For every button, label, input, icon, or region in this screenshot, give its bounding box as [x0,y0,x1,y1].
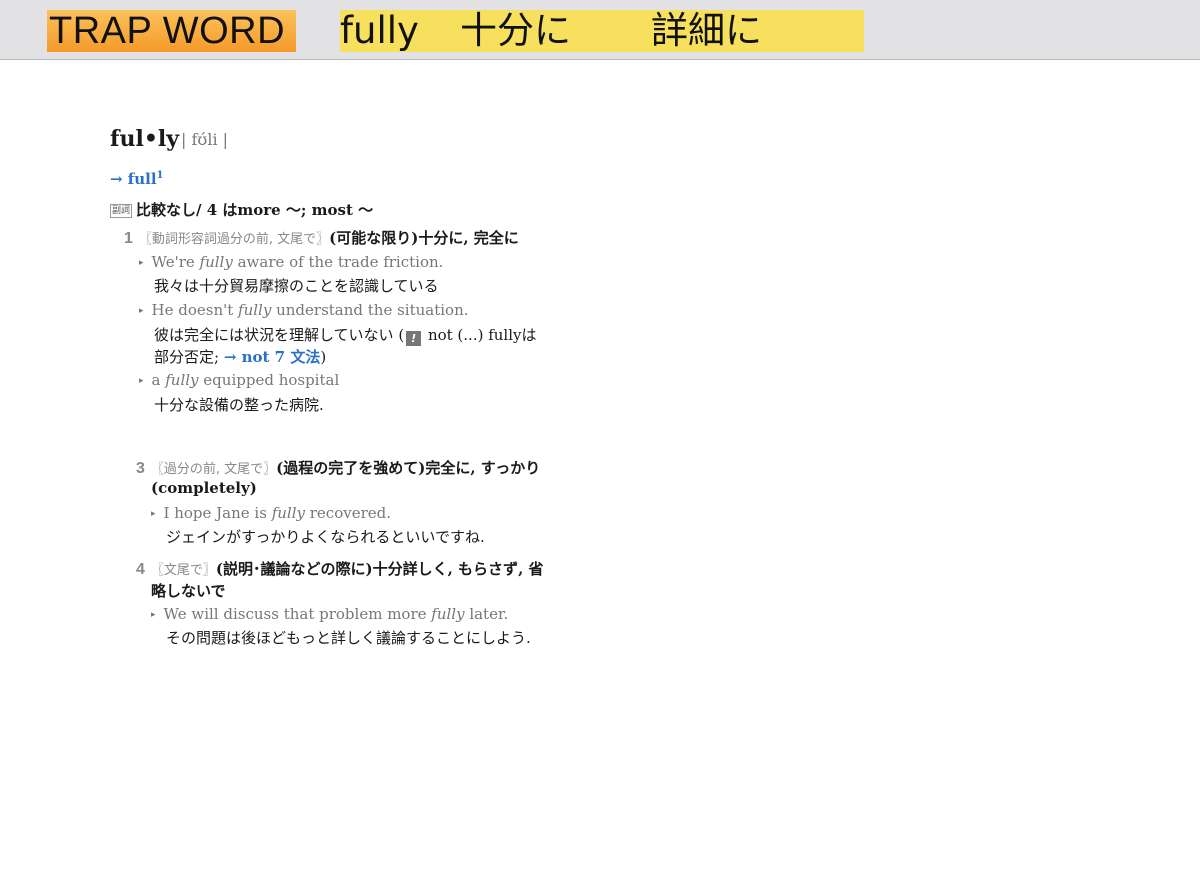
trap-word-label: TRAP WORD [47,10,296,52]
cross-reference-link[interactable]: → full1 [110,170,164,188]
example-translation: 彼は完全には状況を理解していない (! not (...) fullyは [154,326,537,346]
headword: ful•ly [110,126,180,152]
sense-number: 4 [136,561,145,578]
sense-4: 4 〖文尾で〗(説明･議論などの際に)十分詳しく, もらさず, 省 [136,558,544,579]
example-sentence: ▸ I hope Jane is fully recovered. [151,504,391,522]
banner-meaning-1: 十分に [460,9,571,52]
example-translation: 我々は十分貿易摩擦のことを認識している [154,277,439,295]
example-sentence: ▸ He doesn't fully understand the situati… [139,301,469,319]
banner-word: fully [340,9,419,52]
example-sentence: ▸ We're fully aware of the trade friction… [139,253,444,271]
sense-3: 3 〖過分の前, 文尾で〗(過程の完了を強めて)完全に, すっかり [136,457,540,478]
sense-label: 〖過分の前, 文尾で〗 [150,462,277,477]
usage-note-icon[interactable]: ! [406,331,422,346]
grammar-link[interactable]: → not 7 文法 [224,348,321,366]
pos-badge: 副詞 [110,204,133,218]
example-translation-cont: 部分否定; → not 7 文法) [154,348,327,366]
bullet-icon: ▸ [151,610,156,620]
sense-1: 1 〖動詞形容詞過分の前, 文尾で〗(可能な限り)十分に, 完全に [124,227,519,248]
xref-superscript: 1 [156,170,164,181]
example-translation: その問題は後ほどもっと詳しく議論することにしよう. [166,629,531,647]
example-sentence: ▸ We will discuss that problem more fully… [151,605,509,623]
bullet-icon: ▸ [151,509,156,519]
bullet-icon: ▸ [139,376,144,386]
top-bar: TRAP WORD fully 十分に 詳細に [0,0,1200,60]
sense-label: 〖動詞形容詞過分の前, 文尾で〗 [138,232,330,247]
sense-gloss-cont: 略しないで [151,582,226,600]
bullet-icon: ▸ [139,258,144,268]
pronunciation: | fʊ́li | [181,130,229,149]
sense-gloss: (可能な限り)十分に, 完全に [329,229,519,247]
part-of-speech-line: 副詞 比較なし/ 4 はmore 〜; most 〜 [110,199,373,220]
word-banner: fully 十分に 詳細に [340,10,864,52]
example-translation: 十分な設備の整った病院. [154,396,324,414]
sense-label: 〖文尾で〗 [150,563,216,578]
sense-gloss-cont: (completely) [151,479,257,497]
sense-number: 3 [136,460,145,477]
example-translation: ジェインがすっかりよくなられるといいですね. [166,528,485,546]
sense-gloss: (過程の完了を強めて)完全に, すっかり [276,459,541,477]
bullet-icon: ▸ [139,306,144,316]
banner-meaning-2: 詳細に [651,9,762,52]
xref-text: → full [110,170,157,188]
sense-gloss: (説明･議論などの際に)十分詳しく, もらさず, 省 [215,560,544,578]
pos-text: 比較なし/ 4 はmore 〜; most 〜 [136,201,374,219]
sense-number: 1 [124,230,133,247]
example-sentence: ▸ a fully equipped hospital [139,371,340,389]
